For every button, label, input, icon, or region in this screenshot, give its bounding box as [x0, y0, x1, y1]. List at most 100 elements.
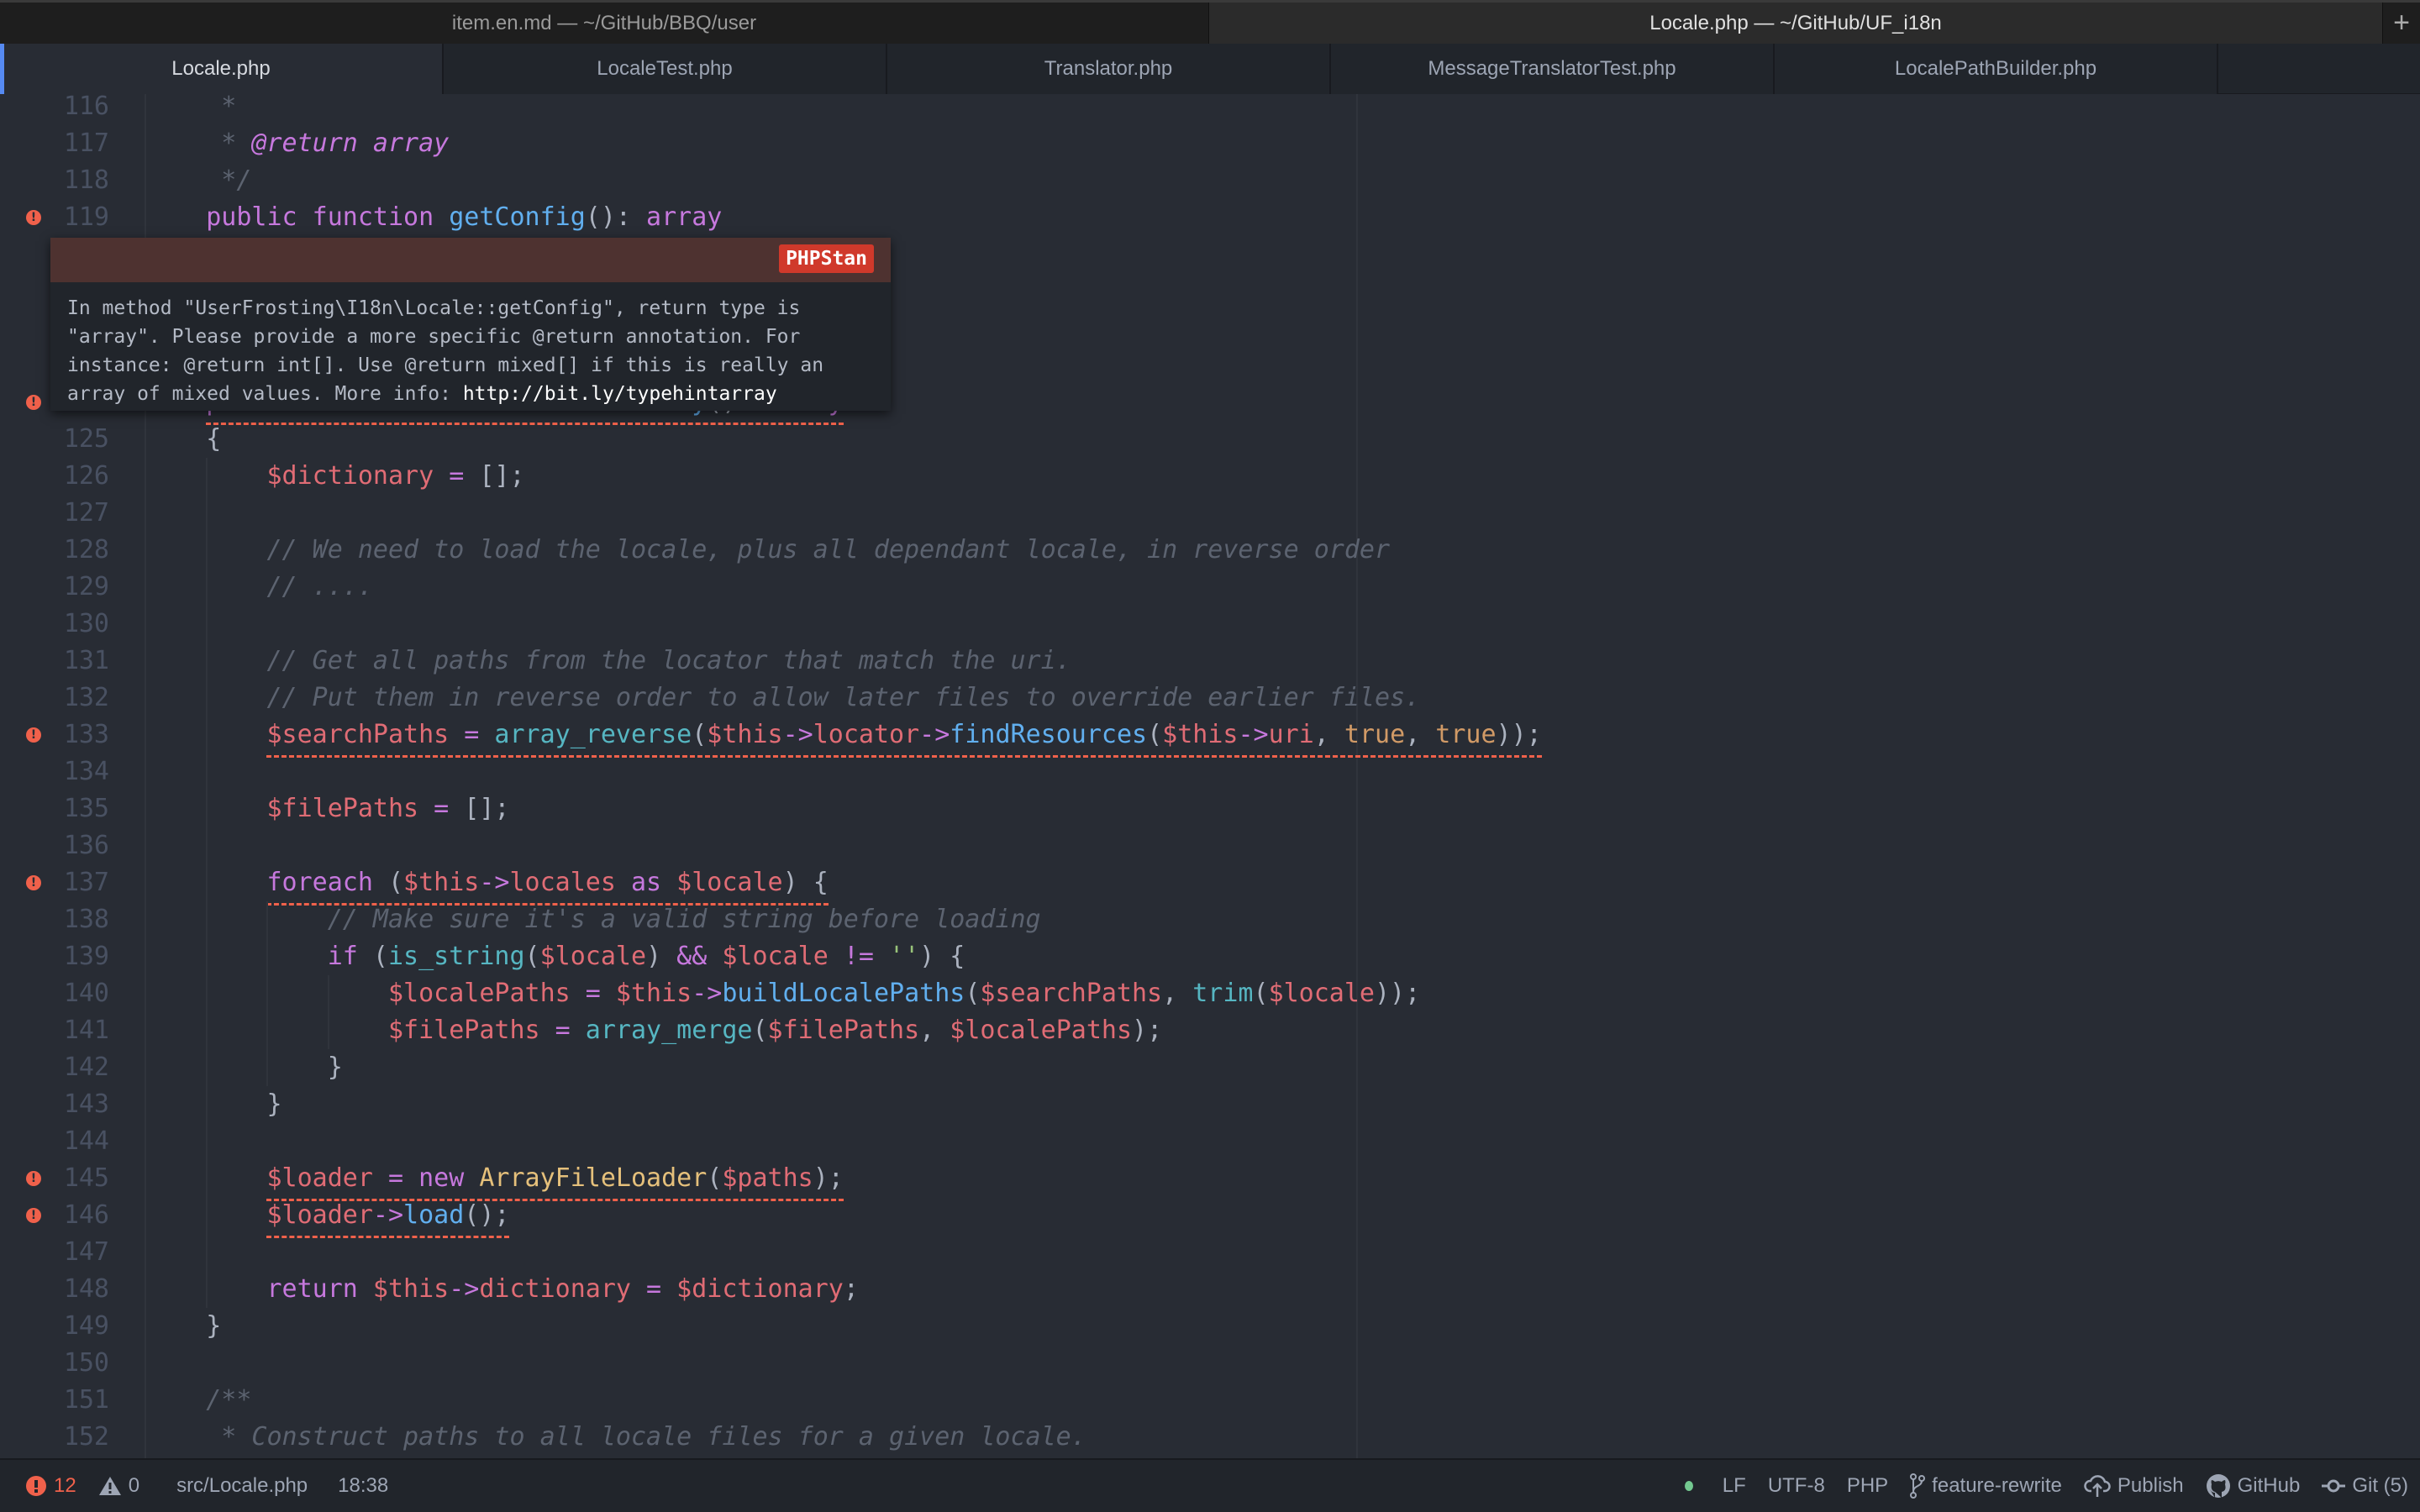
tab-locale-php[interactable]: Locale.php [0, 44, 444, 94]
indent-guide [206, 643, 208, 680]
line-number: 143 [63, 1089, 109, 1119]
code-token: ); [1132, 1016, 1163, 1045]
line-number: 152 [63, 1422, 109, 1452]
code-line[interactable]: 116 * [0, 94, 2420, 125]
tab-translator-php[interactable]: Translator.php [887, 44, 1331, 94]
code-line[interactable]: 151 /** [0, 1382, 2420, 1419]
code-line[interactable]: 147 [0, 1234, 2420, 1271]
error-marker-icon[interactable]: ! [26, 210, 41, 225]
code-line[interactable]: 128 // We need to load the locale, plus a… [0, 532, 2420, 569]
code-text: return $this->dictionary = $dictionary; [266, 1271, 858, 1308]
github-button[interactable]: GitHub [2206, 1473, 2300, 1499]
error-marker-icon[interactable]: ! [26, 727, 41, 743]
line-ending-selector[interactable]: LF [1723, 1474, 1746, 1498]
code-token: ); [813, 1163, 844, 1193]
code-line[interactable]: 150 [0, 1345, 2420, 1382]
line-number: 137 [63, 868, 109, 897]
indent-guide [206, 753, 208, 790]
code-line[interactable]: 131 // Get all paths from the locator tha… [0, 643, 2420, 680]
code-line[interactable]: 142} [0, 1049, 2420, 1086]
encoding-selector[interactable]: UTF-8 [1768, 1474, 1825, 1498]
code-token: $filePaths [767, 1016, 920, 1045]
code-line[interactable]: 144 [0, 1123, 2420, 1160]
line-number: 129 [63, 572, 109, 601]
code-token: $dictionary [676, 1274, 844, 1304]
line-number: 134 [63, 757, 109, 786]
code-token: = [372, 1163, 419, 1193]
code-line[interactable]: 141 $filePaths = array_merge($filePaths, … [0, 1012, 2420, 1049]
code-token: $searchPaths [266, 720, 450, 749]
branch-selector[interactable]: feature-rewrite [1910, 1473, 2062, 1499]
code-line[interactable]: 117 * @return array [0, 125, 2420, 162]
window-tab-locale-php[interactable]: Locale.php — ~/GitHub/UF_i18n [1208, 3, 2382, 44]
code-line[interactable]: 127 [0, 495, 2420, 532]
code-line[interactable]: 136 [0, 827, 2420, 864]
line-number: 133 [63, 720, 109, 749]
code-line[interactable]: 148 return $this->dictionary = $dictionar… [0, 1271, 2420, 1308]
code-line[interactable]: 135 $filePaths = []; [0, 790, 2420, 827]
grammar-text: PHP [1846, 1474, 1889, 1497]
new-window-tab-button[interactable]: + [2382, 3, 2420, 44]
indent-guide [206, 717, 208, 753]
file-path[interactable]: src/Locale.php [176, 1474, 308, 1498]
code-token: $loader [266, 1163, 373, 1193]
code-token: -> [782, 720, 813, 749]
code-text: * Construct paths to all locale files fo… [206, 1419, 1086, 1456]
code-line[interactable]: 143} [0, 1086, 2420, 1123]
code-line[interactable]: ! 137 foreach ($this->locales as $locale) … [0, 864, 2420, 906]
code-token: , [1313, 720, 1344, 749]
code-line[interactable]: 132 // Put them in reverse order to allow… [0, 680, 2420, 717]
code-token: -> [449, 1274, 480, 1304]
code-token: ( [965, 979, 981, 1008]
line-number: 147 [63, 1237, 109, 1267]
code-line[interactable]: ! 146 $loader->load(); [0, 1197, 2420, 1238]
error-marker-icon[interactable]: ! [26, 875, 41, 890]
code-line[interactable]: 140 $localePaths = $this->buildLocalePath… [0, 975, 2420, 1012]
linter-warnings[interactable]: 0 [98, 1474, 139, 1498]
code-text: /** [206, 1382, 251, 1419]
code-line[interactable]: 152 * Construct paths to all locale file… [0, 1419, 2420, 1456]
code-token: ( [692, 720, 708, 749]
code-token: -> [1238, 720, 1269, 749]
error-marker-icon[interactable]: ! [26, 1171, 41, 1186]
code-line[interactable]: 126 $dictionary = []; [0, 458, 2420, 495]
indent-guide [206, 495, 208, 532]
status-bar: 12 0 src/Locale.php 18:38 LF UTF-8 PHP f… [0, 1458, 2420, 1512]
code-line[interactable]: 125 { [0, 421, 2420, 458]
code-token: * Construct paths to all locale files fo… [206, 1422, 1086, 1452]
cursor-position[interactable]: 18:38 [338, 1474, 388, 1498]
code-line[interactable]: 130 [0, 606, 2420, 643]
window-tab-item-en-md[interactable]: item.en.md — ~/GitHub/BBQ/user [0, 3, 1208, 44]
code-text: $filePaths = []; [266, 790, 509, 827]
code-token: != [828, 942, 890, 971]
tab-localepathbuilder-php[interactable]: LocalePathBuilder.php [1775, 44, 2218, 94]
code-token: ( [752, 1016, 768, 1045]
indent-guide [206, 1086, 208, 1123]
code-line[interactable]: 118 */ [0, 162, 2420, 199]
code-token: ArrayFileLoader [479, 1163, 708, 1193]
publish-button[interactable]: Publish [2084, 1474, 2184, 1498]
tab-localetest-php[interactable]: LocaleTest.php [444, 44, 887, 94]
code-token: -> [479, 868, 510, 897]
git-panel-button[interactable]: Git (5) [2322, 1474, 2408, 1498]
error-marker-icon[interactable]: ! [26, 1208, 41, 1223]
code-line[interactable]: 129 // .... [0, 569, 2420, 606]
window-title-bar: item.en.md — ~/GitHub/BBQ/user Locale.ph… [0, 0, 2420, 44]
code-line[interactable]: ! 119 public function getConfig(): array [0, 199, 2420, 240]
code-line[interactable]: 134 [0, 753, 2420, 790]
code-line[interactable]: ! 133 $searchPaths = array_reverse($this->… [0, 717, 2420, 758]
code-line[interactable]: ! 145 $loader = new ArrayFileLoader($paths… [0, 1160, 2420, 1201]
code-text: public function getConfig(): array [206, 199, 723, 240]
grammar-selector[interactable]: PHP [1847, 1474, 1888, 1498]
tab-messagetranslatortest-php[interactable]: MessageTranslatorTest.php [1331, 44, 1775, 94]
tooltip-link[interactable]: http://bit.ly/typehintarray [463, 383, 777, 405]
code-line[interactable]: 138 // Make sure it's a valid string befo… [0, 901, 2420, 938]
code-line[interactable]: 139 if (is_string($locale) && $locale != … [0, 938, 2420, 975]
code-token: array_merge [585, 1016, 753, 1045]
code-line[interactable]: 149} [0, 1308, 2420, 1345]
code-token: = [449, 720, 495, 749]
code-text: // Put them in reverse order to allow la… [266, 680, 1420, 717]
linter-errors[interactable]: 12 [25, 1474, 76, 1498]
error-marker-icon[interactable]: ! [26, 395, 41, 410]
